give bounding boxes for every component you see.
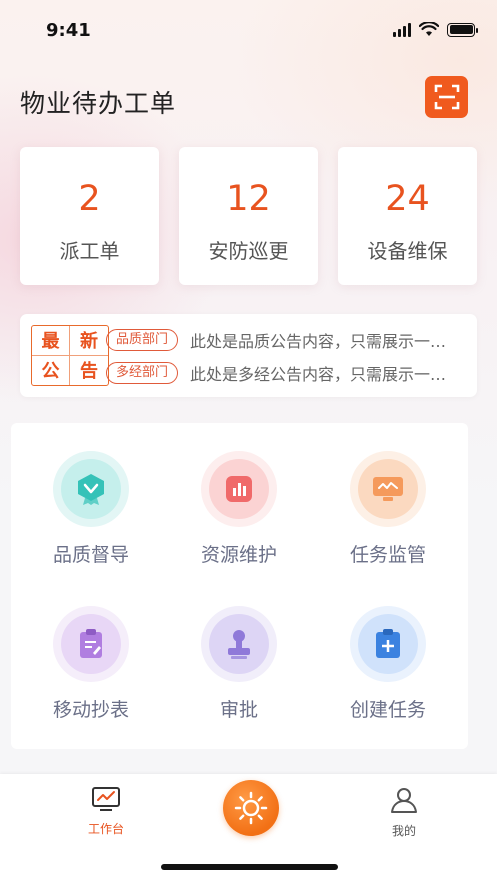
- stats-row: 2 派工单 12 安防巡更 24 设备维保: [20, 147, 478, 285]
- latest-notice-badge: 最 新 公 告: [31, 325, 109, 386]
- icon-circle-inner: [61, 459, 121, 519]
- stat-label: 派工单: [59, 239, 120, 263]
- scan-icon: [434, 84, 459, 110]
- icon-circle: [201, 606, 277, 682]
- center-action-button[interactable]: [223, 780, 279, 836]
- notice-item[interactable]: 多经部门 此处是多经公告内容，只需展示一行...: [106, 361, 452, 385]
- sun-icon: [234, 791, 268, 825]
- icon-circle-inner: [209, 614, 269, 674]
- dashboard-icon: [92, 787, 120, 811]
- icon-circle-inner: [358, 459, 418, 519]
- icon-circle: [201, 451, 277, 527]
- clipboard-plus-icon: [376, 629, 400, 658]
- stat-card-equipment-maintenance[interactable]: 24 设备维保: [338, 147, 477, 285]
- icon-circle: [350, 451, 426, 527]
- grid-label: 资源维护: [200, 544, 277, 566]
- notice-item[interactable]: 品质部门 此处是品质公告内容，只需展示一行...: [106, 328, 452, 352]
- icon-circle-inner: [61, 614, 121, 674]
- notice-text: 此处是多经公告内容，只需展示一行...: [190, 365, 453, 384]
- bar-chart-icon: [226, 476, 252, 502]
- grid-item-mobile-meter-reading[interactable]: 移动抄表: [16, 606, 166, 746]
- notice-text: 此处是品质公告内容，只需展示一行...: [190, 332, 453, 351]
- icon-circle-inner: [209, 459, 269, 519]
- icon-circle-inner: [358, 614, 418, 674]
- stat-value: 24: [385, 179, 430, 219]
- grid-item-resource-maintenance[interactable]: 资源维护: [164, 451, 314, 591]
- badge-char: 新: [70, 326, 108, 356]
- badge-check-icon: [78, 474, 104, 505]
- badge-char: 公: [32, 355, 70, 385]
- grid-item-create-task[interactable]: 创建任务: [313, 606, 463, 746]
- stat-value: 2: [78, 179, 101, 219]
- signal-icon: [393, 22, 411, 37]
- grid-item-task-supervision[interactable]: 任务监管: [313, 451, 463, 591]
- page-title: 物业待办工单: [20, 89, 177, 118]
- monitor-icon: [373, 477, 403, 501]
- grid-label: 审批: [219, 699, 258, 721]
- stat-card-dispatch[interactable]: 2 派工单: [20, 147, 159, 285]
- grid-label: 任务监管: [349, 544, 426, 566]
- stat-label: 安防巡更: [208, 239, 289, 263]
- wifi-icon: [419, 22, 439, 36]
- grid-label: 移动抄表: [52, 699, 129, 721]
- status-time: 9:41: [46, 20, 91, 41]
- tab-label: 我的: [391, 824, 416, 838]
- stamp-icon: [228, 630, 250, 659]
- function-grid: 品质督导 资源维护 任务监管 移动抄表 审批 创建任务: [11, 423, 468, 749]
- icon-circle: [53, 606, 129, 682]
- notice-tag: 多经部门: [106, 362, 179, 384]
- status-bar: 9:41: [0, 0, 497, 60]
- battery-icon: [447, 22, 478, 37]
- grid-label: 品质督导: [52, 544, 129, 566]
- stat-value: 12: [226, 179, 271, 219]
- status-icons: [393, 22, 478, 37]
- icon-circle: [350, 606, 426, 682]
- grid-item-approval[interactable]: 审批: [164, 606, 314, 746]
- stat-card-security-patrol[interactable]: 12 安防巡更: [179, 147, 318, 285]
- home-indicator: [161, 864, 338, 870]
- clipboard-edit-icon: [80, 629, 102, 658]
- grid-label: 创建任务: [349, 699, 426, 721]
- grid-item-quality-supervision[interactable]: 品质督导: [16, 451, 166, 591]
- badge-char: 最: [32, 326, 70, 356]
- stat-label: 设备维保: [367, 239, 448, 263]
- notice-tag: 品质部门: [106, 329, 179, 351]
- badge-char: 告: [80, 361, 98, 383]
- tab-mine[interactable]: 我的: [364, 786, 444, 839]
- user-icon: [391, 788, 417, 813]
- icon-circle: [53, 451, 129, 527]
- tab-workbench[interactable]: 工作台: [66, 786, 146, 837]
- tab-label: 工作台: [87, 822, 124, 836]
- notice-panel: 最 新 公 告 品质部门 此处是品质公告内容，只需展示一行... 多经部门 此处…: [20, 314, 477, 397]
- scan-button[interactable]: [425, 76, 468, 118]
